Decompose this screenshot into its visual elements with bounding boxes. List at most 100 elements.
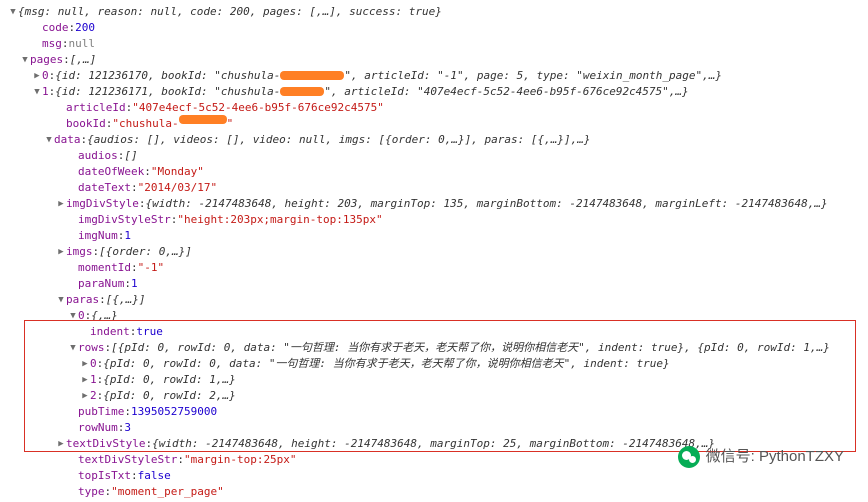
array-summary: [] [124,148,137,164]
prop-value: 1 [131,276,138,292]
prop-key: 2 [90,388,97,404]
disclosure-expanded-icon[interactable]: ▼ [56,292,66,308]
prop-key: topIsTxt [78,468,131,484]
tree-row: ▶ 1: {pId: 0, rowId: 1,…} [8,372,860,388]
prop-key: articleId [66,100,126,116]
tree-row: ▼ pages: [,…] [8,52,860,68]
prop-key: 1 [90,372,97,388]
prop-key: imgDivStyleStr [78,212,171,228]
tree-row: pubTime: 1395052759000 [8,404,860,420]
disclosure-expanded-icon[interactable]: ▼ [68,308,78,324]
object-summary: {,…} [91,308,118,324]
prop-value: 200 [75,20,95,36]
disclosure-collapsed-icon[interactable]: ▶ [56,244,66,260]
prop-key: msg [42,36,62,52]
object-summary: {width: -2147483648, height: -2147483648… [152,436,715,452]
tree-row: paraNum: 1 [8,276,860,292]
tree-row: ▶ imgs: [{order: 0,…}] [8,244,860,260]
prop-value: "2014/03/17" [138,180,217,196]
disclosure-expanded-icon[interactable]: ▼ [8,4,18,20]
object-summary: {width: -2147483648, height: 203, margin… [145,196,827,212]
watermark: 微信号: PythonTZXY [678,446,844,468]
prop-value: "407e4ecf-5c52-4ee6-b95f-676ce92c4575" [132,100,384,116]
prop-value: "height:203px;margin-top:135px" [177,212,382,228]
tree-row: ▼ rows: [{pId: 0, rowId: 0, data: "一句哲理:… [8,340,860,356]
prop-value: null [69,36,96,52]
prop-value: true [136,324,163,340]
tree-row: bookId: "chushula-" [8,116,860,132]
object-summary: {pId: 0, rowId: 1,…} [103,372,235,388]
object-summary: {audios: [], videos: [], video: null, im… [87,132,590,148]
disclosure-expanded-icon[interactable]: ▼ [32,84,42,100]
tree-row: indent: true [8,324,860,340]
object-summary: {pId: 0, rowId: 0, data: "一句哲理: 当你有求于老天，… [103,356,669,372]
tree-row: topIsTxt: false [8,468,860,484]
tree-row: dateText: "2014/03/17" [8,180,860,196]
prop-value: "chushula- [112,116,178,132]
prop-key: 0 [42,68,49,84]
array-summary: [,…] [70,52,97,68]
prop-value: 3 [124,420,131,436]
tree-row: imgNum: 1 [8,228,860,244]
prop-key: paraNum [78,276,124,292]
tree-row: ▶ 2: {pId: 0, rowId: 2,…} [8,388,860,404]
watermark-text: 微信号: PythonTZXY [706,449,844,465]
prop-key: 0 [90,356,97,372]
tree-row: ▶ imgDivStyle: {width: -2147483648, heig… [8,196,860,212]
prop-key: imgDivStyle [66,196,139,212]
prop-key: imgs [66,244,93,260]
disclosure-expanded-icon[interactable]: ▼ [20,52,30,68]
redaction-scribble [280,71,344,80]
prop-key: textDivStyle [66,436,145,452]
prop-key: dateOfWeek [78,164,144,180]
wechat-icon [678,446,700,468]
prop-key: pages [30,52,63,68]
array-summary: [{,…}] [106,292,146,308]
tree-row: code: 200 [8,20,860,36]
disclosure-collapsed-icon[interactable]: ▶ [56,436,66,452]
prop-key: data [54,132,81,148]
prop-key: rows [78,340,105,356]
prop-key: type [78,484,105,500]
disclosure-collapsed-icon[interactable]: ▶ [80,356,90,372]
disclosure-expanded-icon[interactable]: ▼ [44,132,54,148]
prop-value: "Monday" [151,164,204,180]
prop-key: imgNum [78,228,118,244]
tree-row: ▶ 0: {id: 121236170, bookId: "chushula-"… [8,68,860,84]
object-summary: {msg: null, reason: null, code: 200, pag… [18,4,442,20]
disclosure-collapsed-icon[interactable]: ▶ [56,196,66,212]
prop-key: textDivStyleStr [78,452,177,468]
prop-value: 1395052759000 [131,404,217,420]
tree-row: rowNum: 3 [8,420,860,436]
disclosure-expanded-icon[interactable]: ▼ [68,340,78,356]
prop-key: momentId [78,260,131,276]
prop-key: pubTime [78,404,124,420]
object-summary: {id: 121236170, bookId: "chushula-", art… [55,68,722,84]
array-summary: [{order: 0,…}] [99,244,192,260]
tree-row: ▶ 0: {pId: 0, rowId: 0, data: "一句哲理: 当你有… [8,356,860,372]
prop-value: 1 [124,228,131,244]
prop-key: indent [90,324,130,340]
tree-row: momentId: "-1" [8,260,860,276]
redaction-scribble [179,115,227,124]
prop-key: 1 [42,84,49,100]
tree-row: msg: null [8,36,860,52]
redaction-scribble [280,87,324,96]
prop-key: bookId [66,116,106,132]
tree-row: dateOfWeek: "Monday" [8,164,860,180]
prop-key: paras [66,292,99,308]
tree-row: ▼ 0: {,…} [8,308,860,324]
prop-key: 0 [78,308,85,324]
prop-value: "margin-top:25px" [184,452,297,468]
disclosure-collapsed-icon[interactable]: ▶ [80,388,90,404]
object-summary: {id: 121236171, bookId: "chushula-", art… [55,84,688,100]
tree-row-root: ▼ {msg: null, reason: null, code: 200, p… [8,4,860,20]
prop-value: "moment_per_page" [111,484,224,500]
tree-row: ▼ data: {audios: [], videos: [], video: … [8,132,860,148]
tree-row: ▼ 1: {id: 121236171, bookId: "chushula-"… [8,84,860,100]
disclosure-collapsed-icon[interactable]: ▶ [32,68,42,84]
prop-value: "-1" [138,260,165,276]
tree-row: articleId: "407e4ecf-5c52-4ee6-b95f-676c… [8,100,860,116]
disclosure-collapsed-icon[interactable]: ▶ [80,372,90,388]
prop-key: dateText [78,180,131,196]
